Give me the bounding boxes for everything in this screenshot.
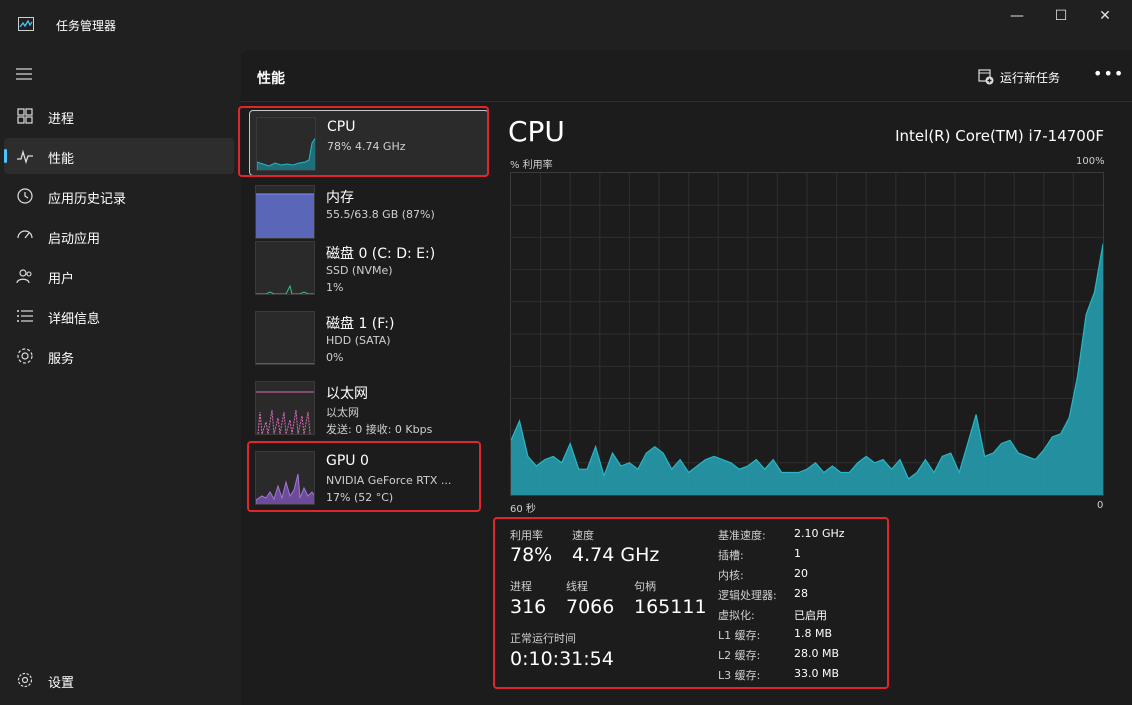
spec-l2-cache-label: L2 缓存: <box>718 649 761 662</box>
sidebar-item-settings[interactable]: 设置 <box>4 662 234 698</box>
cpu-utilization-graph <box>510 172 1104 496</box>
y-axis-label: % 利用率 <box>510 160 553 171</box>
uptime-label: 正常运行时间 <box>510 632 576 645</box>
performance-icon <box>17 149 33 165</box>
hamburger-menu-icon[interactable] <box>16 68 32 80</box>
handles-label: 句柄 <box>634 580 656 593</box>
sidebar-item-label: 服务 <box>48 352 75 367</box>
disk0-mini-graph <box>255 241 315 295</box>
details-icon <box>17 310 33 322</box>
resource-detail: 0% <box>326 351 344 364</box>
history-icon <box>17 188 33 204</box>
sidebar-item-startup[interactable]: 启动应用 <box>4 218 234 254</box>
more-options-button[interactable]: ••• <box>1093 64 1124 83</box>
x-axis-left-label: 60 秒 <box>510 504 536 515</box>
handles-value: 165111 <box>634 596 707 618</box>
spec-cores-label: 内核: <box>718 569 744 582</box>
sidebar-item-services[interactable]: 服务 <box>4 338 234 374</box>
resource-name: 磁盘 0 (C: D: E:) <box>326 246 436 262</box>
cpu-heading: CPU <box>508 115 565 148</box>
spec-l1-cache-label: L1 缓存: <box>718 629 761 642</box>
sidebar-item-label: 启动应用 <box>48 232 101 247</box>
processes-icon <box>17 108 33 124</box>
gear-icon <box>17 672 33 688</box>
spec-l3-cache-label: L3 缓存: <box>718 669 761 682</box>
resource-detail: 以太网 <box>326 406 359 419</box>
spec-l1-cache-value: 1.8 MB <box>794 627 833 640</box>
run-task-icon <box>978 69 994 85</box>
spec-base-speed-label: 基准速度: <box>718 529 766 542</box>
resource-name: 内存 <box>326 190 354 206</box>
title-bar: 任务管理器 — ☐ ✕ <box>0 0 1132 50</box>
uptime-value: 0:10:31:54 <box>510 648 614 670</box>
speed-value: 4.74 GHz <box>572 544 660 566</box>
sidebar-item-label: 用户 <box>48 272 75 287</box>
y-axis-max-label: 100% <box>1076 156 1105 167</box>
spec-l2-cache-value: 28.0 MB <box>794 647 840 660</box>
spec-virtualization-value: 已启用 <box>794 609 827 622</box>
resource-detail: 55.5/63.8 GB (87%) <box>326 208 435 221</box>
users-icon <box>16 269 32 284</box>
sidebar-item-details[interactable]: 详细信息 <box>4 298 234 334</box>
x-axis-right-label: 0 <box>1097 500 1104 511</box>
content-header: 性能 运行新任务 ••• <box>241 50 1132 102</box>
resource-detail: 1% <box>326 281 344 294</box>
close-button[interactable]: ✕ <box>1082 0 1128 32</box>
sidebar-item-label: 性能 <box>48 152 75 167</box>
spec-cores-value: 20 <box>794 567 808 580</box>
spec-logical-processors-label: 逻辑处理器: <box>718 589 777 602</box>
spec-base-speed-value: 2.10 GHz <box>794 527 845 540</box>
resource-detail: SSD (NVMe) <box>326 264 393 277</box>
resource-name: 以太网 <box>326 386 368 402</box>
run-new-task-button[interactable]: 运行新任务 <box>978 66 1060 88</box>
spec-l3-cache-value: 33.0 MB <box>794 667 840 680</box>
cpu-model: Intel(R) Core(TM) i7-14700F <box>895 127 1104 145</box>
maximize-button[interactable]: ☐ <box>1038 0 1084 32</box>
utilization-value: 78% <box>510 544 553 566</box>
resource-name: 磁盘 1 (F:) <box>326 316 395 332</box>
sidebar: 进程 性能 应用历史记录 启动应用 用户 详细信息 服务 设置 <box>0 50 241 705</box>
resource-detail: HDD (SATA) <box>326 334 391 347</box>
sidebar-item-label: 设置 <box>48 676 75 691</box>
sidebar-item-label: 应用历史记录 <box>48 192 127 207</box>
sidebar-item-label: 详细信息 <box>48 312 101 327</box>
resource-item-disk1[interactable]: 磁盘 1 (F:) HDD (SATA) 0% <box>249 305 489 371</box>
speed-label: 速度 <box>572 529 594 542</box>
task-manager-icon <box>18 17 34 31</box>
spec-sockets-value: 1 <box>794 547 801 560</box>
gpu-highlight-box <box>247 441 481 512</box>
sidebar-item-label: 进程 <box>48 112 75 127</box>
threads-value: 7066 <box>566 596 615 618</box>
sidebar-item-processes[interactable]: 进程 <box>4 98 234 134</box>
minimize-button[interactable]: — <box>994 0 1040 32</box>
spec-virtualization-label: 虚拟化: <box>718 609 755 622</box>
ethernet-mini-graph <box>255 381 315 435</box>
sidebar-item-users[interactable]: 用户 <box>4 258 234 294</box>
utilization-label: 利用率 <box>510 529 543 542</box>
sidebar-item-app-history[interactable]: 应用历史记录 <box>4 178 234 214</box>
cpu-graph-svg <box>510 173 1104 495</box>
main-content: 性能 运行新任务 ••• CPU 78% 4.74 GHz 内存 55.5/63… <box>238 50 1132 705</box>
resource-item-disk0[interactable]: 磁盘 0 (C: D: E:) SSD (NVMe) 1% <box>249 235 489 301</box>
startup-icon <box>17 230 33 239</box>
disk1-mini-graph <box>255 311 315 365</box>
resource-item-ethernet[interactable]: 以太网 以太网 发送: 0 接收: 0 Kbps <box>249 375 489 441</box>
memory-mini-graph <box>255 185 315 239</box>
page-title: 性能 <box>257 71 285 87</box>
cpu-highlight-box <box>238 106 489 177</box>
services-icon <box>17 348 33 364</box>
processes-label: 进程 <box>510 580 532 593</box>
spec-sockets-label: 插槽: <box>718 549 744 562</box>
active-indicator <box>4 149 7 163</box>
resource-detail: 发送: 0 接收: 0 Kbps <box>326 423 433 436</box>
processes-value: 316 <box>510 596 547 618</box>
threads-label: 线程 <box>566 580 588 593</box>
sidebar-item-performance[interactable]: 性能 <box>4 138 234 174</box>
spec-logical-processors-value: 28 <box>794 587 808 600</box>
run-task-label: 运行新任务 <box>1000 70 1061 85</box>
app-title: 任务管理器 <box>56 19 117 33</box>
